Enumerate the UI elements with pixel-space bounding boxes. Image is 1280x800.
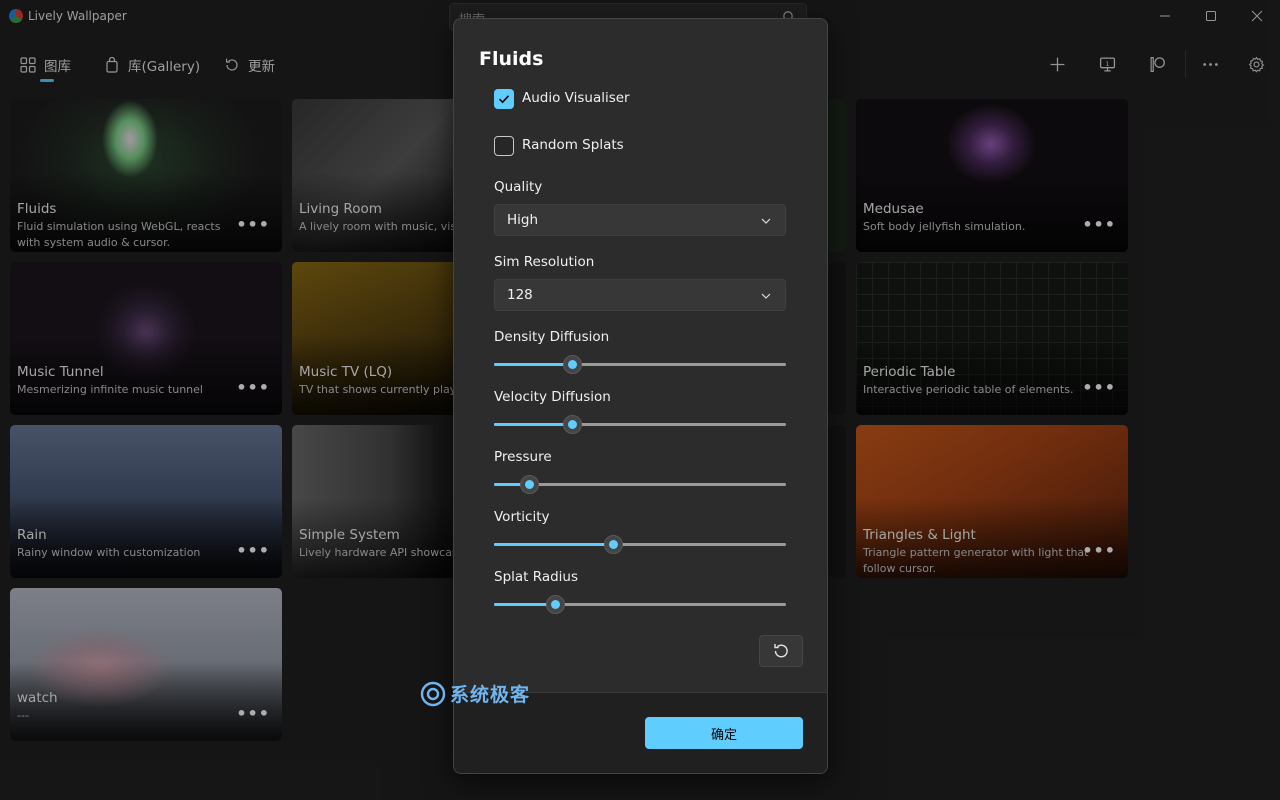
watermark-text: 系统极客 — [450, 684, 531, 706]
slider-thumb[interactable] — [604, 535, 624, 554]
quality-value: High — [507, 212, 539, 228]
density-diffusion-slider[interactable] — [494, 354, 786, 374]
splat-radius-slider[interactable] — [494, 594, 786, 614]
slider-thumb[interactable] — [563, 415, 583, 434]
ok-button[interactable]: 确定 — [645, 717, 803, 749]
velocity-diffusion-slider[interactable] — [494, 414, 786, 434]
quality-label: Quality — [494, 179, 543, 195]
chevron-down-icon — [761, 218, 771, 224]
vorticity-slider[interactable] — [494, 534, 786, 554]
customize-dialog: Fluids Audio Visualiser Random Splats Qu… — [453, 18, 828, 774]
checkmark-icon — [498, 95, 510, 104]
sim-resolution-value: 128 — [507, 287, 533, 303]
pressure-slider[interactable] — [494, 474, 786, 494]
pressure-label: Pressure — [494, 449, 552, 465]
vorticity-label: Vorticity — [494, 509, 550, 525]
chevron-down-icon — [761, 293, 771, 299]
random-splats-checkbox[interactable] — [494, 136, 514, 156]
random-splats-label: Random Splats — [522, 137, 624, 153]
watermark: 系统极客 — [420, 680, 530, 707]
slider-thumb[interactable] — [519, 475, 539, 494]
dialog-title: Fluids — [479, 48, 544, 70]
audio-visualiser-checkbox[interactable] — [494, 89, 514, 109]
density-diffusion-label: Density Diffusion — [494, 329, 610, 345]
reset-icon — [774, 644, 788, 658]
sim-resolution-label: Sim Resolution — [494, 254, 595, 270]
slider-fill — [494, 423, 573, 426]
slider-thumb[interactable] — [563, 355, 583, 374]
sim-resolution-select[interactable]: 128 — [494, 279, 786, 311]
reset-button[interactable] — [759, 635, 803, 667]
quality-select[interactable]: High — [494, 204, 786, 236]
splat-radius-label: Splat Radius — [494, 569, 579, 585]
velocity-diffusion-label: Velocity Diffusion — [494, 389, 611, 405]
audio-visualiser-label: Audio Visualiser — [522, 90, 630, 106]
watermark-logo-icon — [420, 681, 446, 706]
slider-thumb[interactable] — [545, 595, 565, 614]
slider-fill — [494, 363, 573, 366]
slider-fill — [494, 543, 614, 546]
